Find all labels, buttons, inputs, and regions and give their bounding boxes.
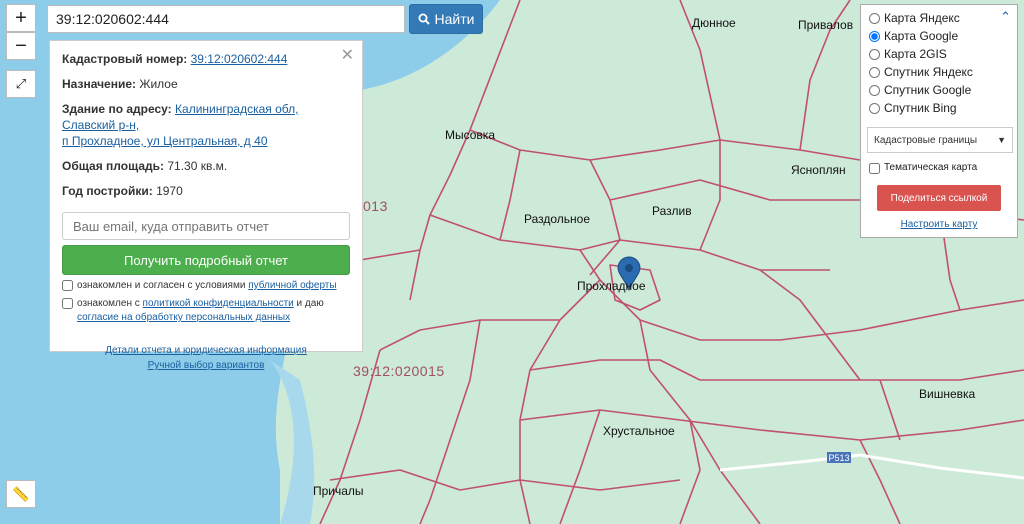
chevron-down-icon: ▼ bbox=[997, 135, 1006, 145]
layer-option[interactable]: Спутник Bing bbox=[869, 99, 1009, 117]
layer-option[interactable]: Спутник Google bbox=[869, 81, 1009, 99]
privacy-checkbox[interactable] bbox=[62, 298, 73, 309]
place-khrustalnoe: Хрустальное bbox=[603, 424, 675, 438]
layer-option-label: Спутник Bing bbox=[884, 101, 957, 115]
place-dyunnoe: Дюнное bbox=[692, 16, 736, 30]
layer-option[interactable]: Спутник Яндекс bbox=[869, 63, 1009, 81]
place-mysovka: Мысовка bbox=[445, 128, 495, 142]
cadastral-quarter-label-partial: 013 bbox=[363, 198, 388, 214]
zoom-out-button[interactable]: − bbox=[6, 32, 36, 60]
place-prichaly: Причалы bbox=[313, 484, 364, 498]
place-vishnevka: Вишневка bbox=[919, 387, 976, 401]
offer-checkbox[interactable] bbox=[62, 280, 73, 291]
place-prokhladnoe: Прохладное bbox=[577, 279, 646, 293]
chevron-up-icon[interactable]: ⌃ bbox=[1000, 9, 1011, 25]
layer-radio[interactable] bbox=[869, 84, 880, 96]
map-layer-panel: ⌃ Карта Яндекс Карта Google Карта 2GIS Спут… bbox=[860, 4, 1018, 238]
road-number: Р513 bbox=[828, 453, 849, 463]
zoom-in-button[interactable]: + bbox=[6, 4, 36, 32]
layer-radio[interactable] bbox=[869, 102, 880, 114]
expand-icon: ⤢ bbox=[15, 76, 27, 91]
privacy-link[interactable]: политикой конфиденциальности bbox=[143, 298, 294, 309]
manual-select-link[interactable]: Ручной выбор вариантов bbox=[148, 360, 265, 371]
area-row: Общая площадь: 71.30 кв.м. bbox=[62, 159, 228, 173]
thematic-checkbox[interactable] bbox=[869, 162, 880, 174]
data-consent-link[interactable]: согласие на обработку персональных данны… bbox=[77, 312, 290, 323]
ruler-button[interactable]: 📏 bbox=[6, 480, 36, 508]
cadastral-quarter-label: 39:12:020015 bbox=[353, 363, 445, 379]
email-field[interactable] bbox=[62, 212, 350, 240]
fullscreen-button[interactable]: ⤢ bbox=[6, 70, 36, 98]
place-razdolnoe: Раздольное bbox=[524, 212, 591, 226]
cad-number-row: Кадастровый номер: 39:12:020602:444 bbox=[62, 52, 288, 66]
offer-consent-row: ознакомлен и согласен с условиями публич… bbox=[62, 279, 350, 293]
close-icon[interactable]: ✕ bbox=[341, 45, 354, 65]
privacy-consent-row: ознакомлен с политикой конфиденциальност… bbox=[62, 297, 350, 325]
highway-road bbox=[719, 453, 1024, 480]
thematic-row: Тематическая карта bbox=[869, 159, 1009, 177]
place-yasnopolyanka: Ясноплян bbox=[791, 163, 846, 177]
get-report-button[interactable]: Получить подробный отчет bbox=[62, 245, 350, 275]
place-privalovo: Привалов bbox=[798, 18, 854, 32]
layer-option-label: Карта Яндекс bbox=[884, 11, 960, 25]
place-razliv: Разлив bbox=[652, 204, 692, 218]
parcel-info-panel: ✕ Кадастровый номер: 39:12:020602:444 На… bbox=[49, 40, 363, 371]
search-button-label: Найти bbox=[434, 11, 475, 27]
search-icon bbox=[418, 13, 430, 25]
layer-option[interactable]: Карта Яндекс bbox=[869, 9, 1009, 27]
setup-map-link[interactable]: Настроить карту bbox=[901, 219, 978, 230]
address-row: Здание по адресу: Калининградская обл, С… bbox=[62, 102, 299, 148]
layer-option[interactable]: Карта Google bbox=[869, 27, 1009, 45]
layer-option[interactable]: Карта 2GIS bbox=[869, 45, 1009, 63]
layer-select[interactable]: Кадастровые границы ▼ bbox=[867, 127, 1013, 153]
ruler-icon: 📏 bbox=[12, 485, 30, 502]
layer-option-label: Карта 2GIS bbox=[884, 47, 947, 61]
details-link[interactable]: Детали отчета и юридическая информация bbox=[105, 345, 307, 356]
cad-number-link[interactable]: 39:12:020602:444 bbox=[191, 52, 288, 66]
purpose-row: Назначение: Жилое bbox=[62, 77, 178, 91]
layer-radio[interactable] bbox=[869, 12, 880, 24]
offer-link[interactable]: публичной оферты bbox=[248, 280, 336, 291]
year-row: Год постройки: 1970 bbox=[62, 184, 183, 198]
layer-radio[interactable] bbox=[869, 66, 880, 78]
share-link-button[interactable]: Поделиться ссылкой bbox=[877, 185, 1001, 211]
search-input[interactable] bbox=[47, 5, 405, 33]
search-button[interactable]: Найти bbox=[409, 4, 483, 34]
layer-option-label: Спутник Яндекс bbox=[884, 65, 973, 79]
layer-option-label: Спутник Google bbox=[884, 83, 972, 97]
layer-option-label: Карта Google bbox=[884, 29, 959, 43]
layer-radio[interactable] bbox=[869, 48, 880, 60]
layer-radio[interactable] bbox=[869, 30, 880, 42]
